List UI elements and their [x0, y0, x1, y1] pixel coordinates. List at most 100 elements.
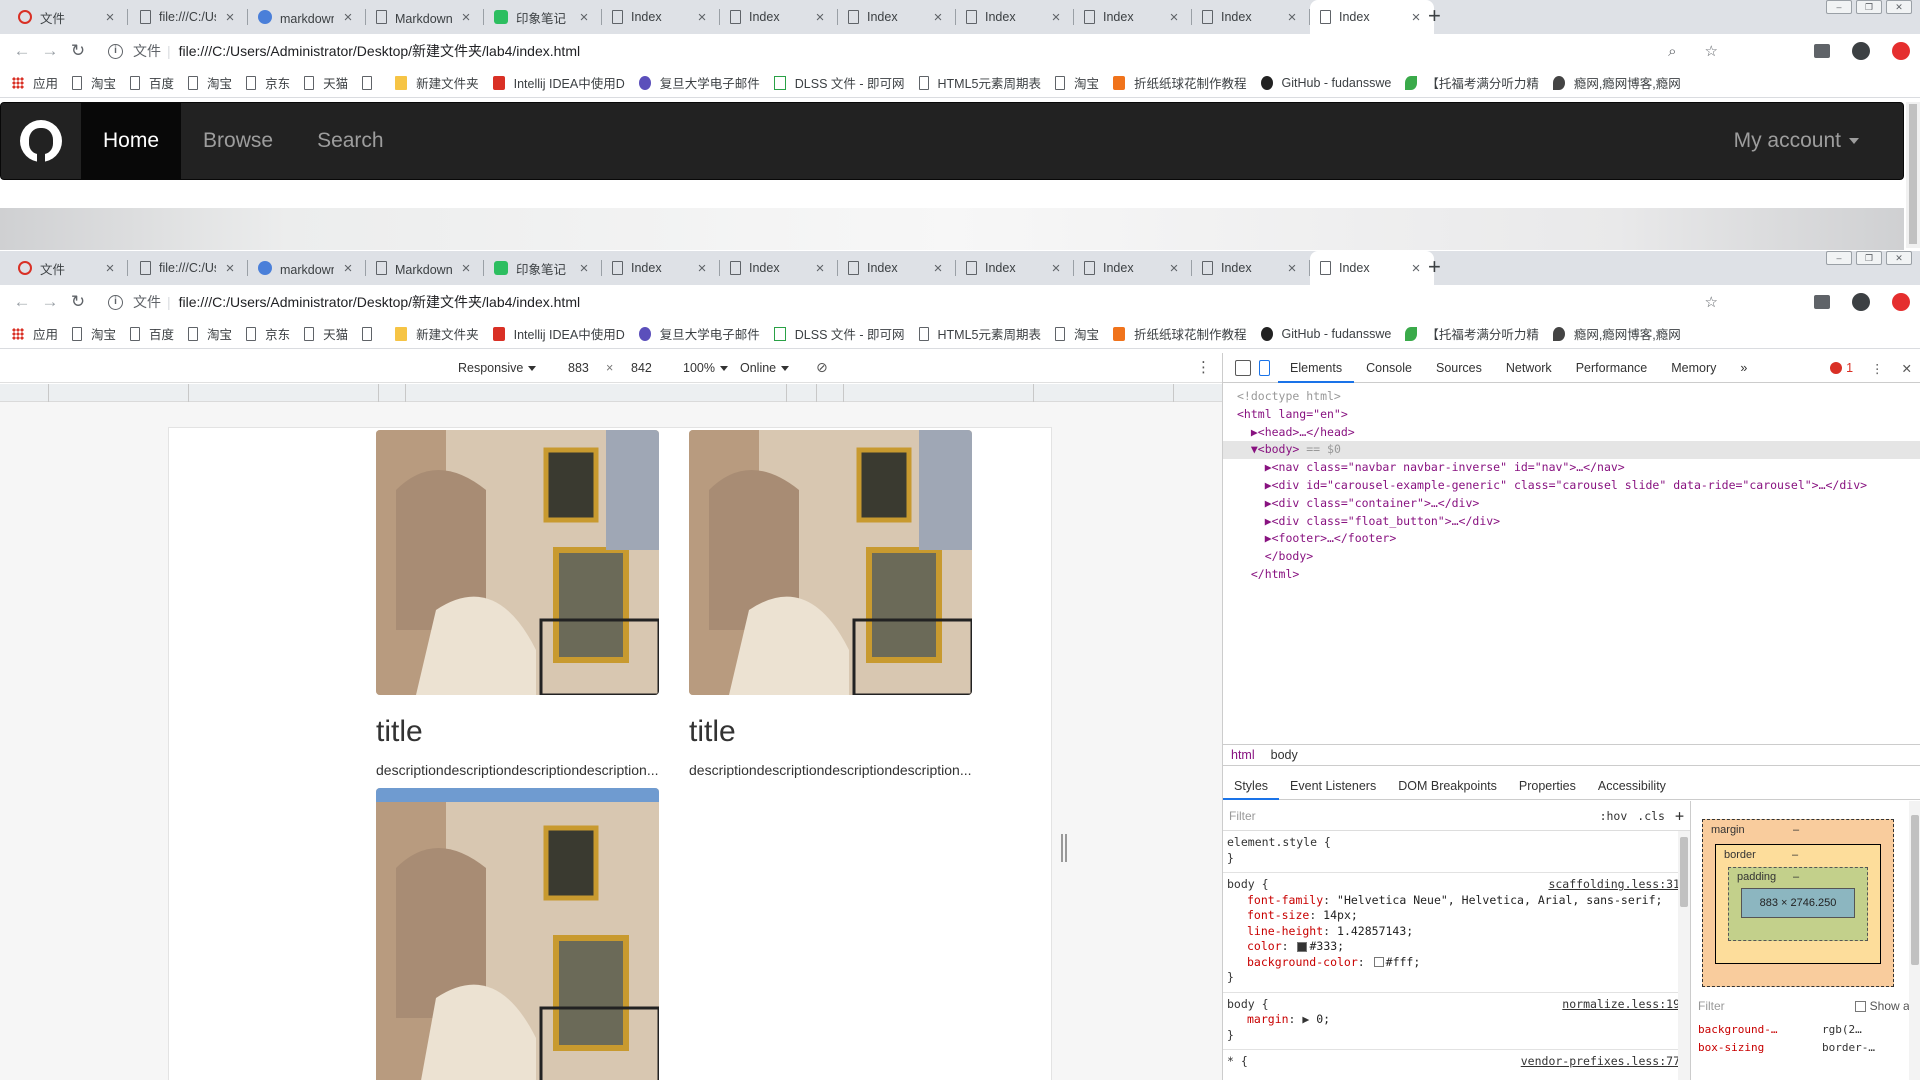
my-account-dropdown[interactable]: My account [1734, 103, 1903, 179]
new-tab-icon[interactable]: + [1428, 254, 1441, 280]
close-tab-icon[interactable]: × [576, 9, 592, 26]
close-tab-icon[interactable]: × [812, 260, 828, 277]
close-tab-icon[interactable]: × [1166, 9, 1182, 26]
breadcrumb-html[interactable]: html [1223, 748, 1263, 762]
bookmark-item[interactable]: 淘宝 [72, 324, 116, 343]
page-scrollbar[interactable] [1906, 102, 1920, 248]
close-tab-icon[interactable]: × [1284, 9, 1300, 26]
close-tab-icon[interactable]: × [340, 260, 356, 277]
bookmark-item[interactable]: 淘宝 [1055, 324, 1099, 343]
browser-tab[interactable]: Index × [602, 251, 720, 285]
css-property[interactable]: margin: ▶ 0; [1227, 1012, 1684, 1028]
opera-icon[interactable] [1892, 293, 1910, 311]
tab-event-listeners[interactable]: Event Listeners [1279, 772, 1387, 800]
bookmark-item[interactable]: 折纸纸球花制作教程 [1113, 73, 1247, 92]
bookmark-star-icon[interactable]: ☆ [1705, 42, 1718, 60]
gallery-card[interactable]: title descriptiondescriptiondescriptiond… [689, 430, 972, 778]
scrollbar-thumb[interactable] [1911, 815, 1919, 965]
add-rule-button[interactable]: + [1675, 807, 1684, 825]
restore-icon[interactable]: ❐ [1856, 251, 1882, 265]
forward-icon[interactable]: → [36, 41, 64, 61]
close-window-icon[interactable]: ✕ [1886, 251, 1912, 265]
info-icon[interactable]: i [108, 294, 123, 310]
styles-filter-input[interactable]: Filter [1229, 809, 1590, 823]
close-tab-icon[interactable]: × [1048, 9, 1064, 26]
close-tab-icon[interactable]: × [222, 9, 238, 26]
browser-tab[interactable]: 文件 × [8, 251, 128, 285]
zoom-icon[interactable]: ⌕ [1668, 43, 1676, 60]
account-icon[interactable] [1852, 293, 1870, 311]
close-tab-icon[interactable]: × [1408, 260, 1424, 277]
bookmark-item[interactable]: Intellij IDEA中使用D [492, 73, 625, 92]
browser-tab[interactable]: Index × [720, 251, 838, 285]
bookmark-item[interactable] [362, 75, 381, 90]
close-tab-icon[interactable]: × [930, 9, 946, 26]
minimize-icon[interactable]: – [1826, 251, 1852, 265]
browser-tab[interactable]: Index × [1310, 0, 1434, 34]
browser-tab[interactable]: Index × [602, 0, 720, 34]
dom-footer[interactable]: ▶<footer>…</footer> [1223, 530, 1920, 548]
bookmark-item[interactable]: 淘宝 [188, 324, 232, 343]
close-tab-icon[interactable]: × [1048, 260, 1064, 277]
css-property[interactable]: background-color: #fff; [1227, 955, 1684, 971]
back-icon[interactable]: ← [8, 41, 36, 61]
bookmark-item[interactable]: 百度 [130, 324, 174, 343]
bookmark-item[interactable]: HTML5元素周期表 [918, 73, 1041, 92]
bookmark-item[interactable]: 应用 [12, 324, 58, 343]
close-tab-icon[interactable]: × [102, 9, 118, 26]
close-tab-icon[interactable]: × [930, 260, 946, 277]
color-swatch[interactable] [1297, 941, 1308, 952]
box-model-content[interactable]: 883 × 2746.250 [1741, 888, 1855, 918]
minimize-icon[interactable]: – [1826, 0, 1852, 14]
close-tab-icon[interactable]: × [102, 260, 118, 277]
styles-scrollbar[interactable] [1678, 831, 1690, 1080]
dom-doctype[interactable]: <!doctype html> [1223, 388, 1920, 406]
reload-icon[interactable]: ↻ [64, 41, 92, 61]
browser-tab[interactable]: Markdown在线 × [366, 0, 484, 34]
extension-icon[interactable] [1814, 44, 1830, 58]
padding-value[interactable]: – [1793, 871, 1799, 883]
tab-console[interactable]: Console [1354, 353, 1424, 383]
browser-tab[interactable]: Index × [1074, 0, 1192, 34]
info-icon[interactable]: i [108, 43, 123, 59]
dom-container[interactable]: ▶<div class="container">…</div> [1223, 495, 1920, 513]
tab-performance[interactable]: Performance [1564, 353, 1660, 383]
css-property[interactable]: font-size: 14px; [1227, 908, 1684, 924]
browser-tab[interactable]: 印象笔记 Mark × [484, 251, 602, 285]
browser-tab[interactable]: Index × [838, 251, 956, 285]
browser-tab[interactable]: Markdown在线 × [366, 251, 484, 285]
tab-dom-breakpoints[interactable]: DOM Breakpoints [1387, 772, 1508, 800]
margin-value[interactable]: – [1793, 824, 1799, 836]
url-text[interactable]: file:///C:/Users/Administrator/Desktop/新… [179, 292, 580, 312]
dom-float-button[interactable]: ▶<div class="float_button">…</div> [1223, 513, 1920, 531]
more-tabs-button[interactable]: » [1728, 353, 1759, 383]
browser-tab[interactable]: 文件 × [8, 0, 128, 34]
brand-link[interactable] [1, 103, 81, 179]
bookmark-item[interactable]: 【托福考满分听力精 [1405, 324, 1539, 343]
bookmark-item[interactable]: 淘宝 [72, 73, 116, 92]
viewport-resize-handle[interactable] [1061, 834, 1067, 862]
bookmark-item[interactable]: GitHub - fudansswe [1260, 75, 1391, 90]
bookmark-item[interactable]: 【托福考满分听力精 [1405, 73, 1539, 92]
media-query-ruler[interactable] [0, 384, 1222, 402]
close-tab-icon[interactable]: × [340, 9, 356, 26]
close-tab-icon[interactable]: × [458, 260, 474, 277]
bookmark-item[interactable]: DLSS 文件 - 即可网 [773, 73, 905, 92]
inspect-element-icon[interactable] [1235, 359, 1251, 376]
cls-toggle[interactable]: .cls [1637, 809, 1665, 823]
css-rule[interactable]: scaffolding.less:31 body { font-family: … [1223, 873, 1690, 993]
back-icon[interactable]: ← [8, 292, 36, 312]
bookmark-item[interactable]: 复旦大学电子邮件 [638, 324, 760, 343]
bookmark-item[interactable]: 瘾网,瘾网博客,瘾网 [1552, 324, 1681, 343]
bookmark-item[interactable]: 百度 [130, 73, 174, 92]
rule-source-link[interactable]: scaffolding.less:31 [1548, 877, 1680, 893]
dom-body-selected[interactable]: ▼<body> == $0 [1223, 441, 1920, 460]
responsive-select[interactable]: Responsive [458, 361, 537, 375]
css-property[interactable]: font-family: "Helvetica Neue", Helvetica… [1227, 893, 1684, 909]
throttle-select[interactable]: Online [740, 361, 790, 375]
bookmark-item[interactable]: 应用 [12, 73, 58, 92]
tab-styles[interactable]: Styles [1223, 772, 1280, 800]
dom-head[interactable]: ▶<head>…</head> [1223, 424, 1920, 442]
account-icon[interactable] [1852, 42, 1870, 60]
bookmark-item[interactable]: 淘宝 [1055, 73, 1099, 92]
